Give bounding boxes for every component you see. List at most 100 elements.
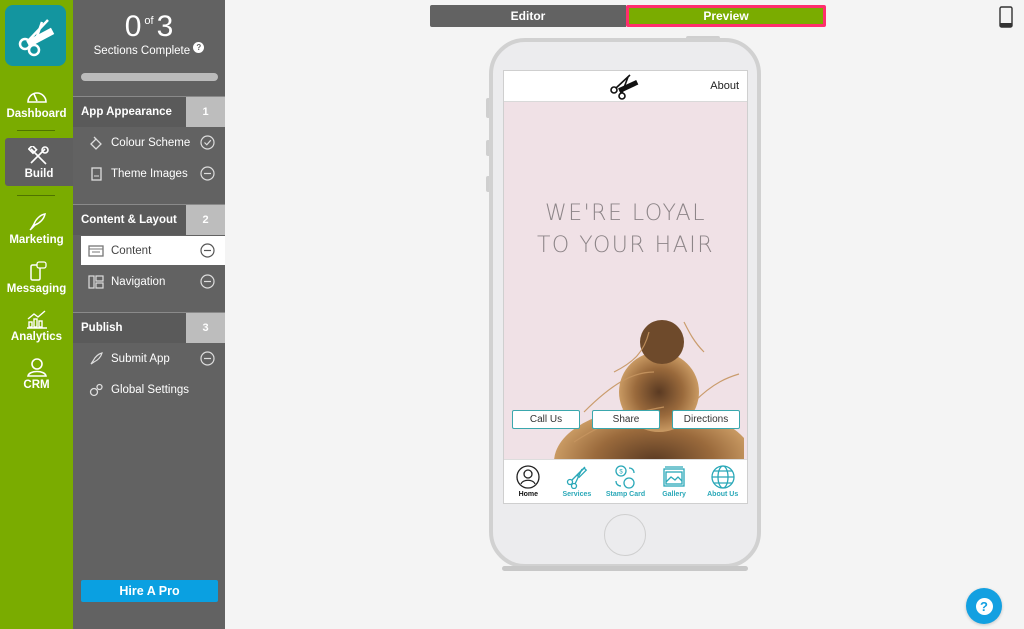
- item-navigation[interactable]: Navigation: [81, 267, 225, 296]
- nav-dashboard[interactable]: Dashboard: [0, 86, 73, 120]
- gears-icon: [89, 383, 103, 396]
- nav-label: Messaging: [6, 283, 67, 295]
- rocket-icon: [28, 213, 46, 231]
- tab-label: Stamp Card: [605, 491, 646, 498]
- share-button[interactable]: Share: [592, 410, 660, 429]
- build-panel: 0 of 3 Sections Complete ? App Appearance …: [73, 0, 225, 629]
- phone-shadow: [502, 566, 748, 571]
- tab-services[interactable]: Services: [553, 460, 602, 503]
- directions-button[interactable]: Directions: [672, 410, 740, 429]
- mobile-device-icon[interactable]: [999, 6, 1013, 28]
- person-icon: [26, 358, 47, 377]
- scissors-logo-icon: [610, 74, 639, 100]
- tab-label: Services: [562, 491, 592, 498]
- headline-line-1: WE'RE LOYAL: [544, 201, 706, 226]
- tab-home[interactable]: Home: [504, 460, 553, 503]
- main-nav: Dashboard Build Marketing Messaging Anal…: [0, 0, 73, 629]
- section-app-appearance[interactable]: App Appearance 1: [73, 96, 225, 127]
- item-label: Content: [111, 244, 152, 257]
- phone-chat-icon: [29, 261, 47, 281]
- hero-headline: WE'RE LOYAL TO YOUR HAIR: [504, 198, 747, 262]
- content-icon: [88, 244, 104, 257]
- stamp-card-icon: $: [615, 465, 636, 489]
- item-label: Colour Scheme: [111, 136, 191, 149]
- tab-stamp-card[interactable]: $ Stamp Card: [601, 460, 650, 503]
- total-count: 3: [156, 10, 174, 43]
- section-publish[interactable]: Publish 3: [73, 312, 225, 343]
- app-preview-screen: About WE'RE LOYAL TO YOUR HAIR Call Us S…: [503, 70, 748, 504]
- gallery-icon: [663, 466, 685, 487]
- section-title: Publish: [81, 322, 123, 334]
- phone-home-button[interactable]: [604, 514, 646, 556]
- hero-banner: WE'RE LOYAL TO YOUR HAIR Call Us Share D…: [504, 102, 747, 459]
- minus-circle-icon: [200, 166, 215, 181]
- hire-a-pro-button[interactable]: Hire A Pro: [81, 580, 218, 602]
- app-header: About: [504, 71, 747, 102]
- divider: [17, 195, 55, 196]
- nav-label: Dashboard: [6, 108, 67, 120]
- progress-label: Sections Complete: [93, 45, 191, 57]
- tools-icon: [28, 146, 49, 165]
- item-label: Theme Images: [111, 167, 188, 180]
- app-tab-bar: Home Services $ Stamp Card Gallery About…: [504, 459, 747, 503]
- nav-label: Build: [24, 168, 54, 180]
- nav-build[interactable]: Build: [5, 138, 73, 186]
- item-content[interactable]: Content: [81, 236, 225, 265]
- completed-count: 0: [124, 10, 142, 43]
- nav-label: Analytics: [10, 331, 63, 343]
- scissors-icon: [566, 466, 588, 489]
- item-colour-scheme[interactable]: Colour Scheme: [81, 128, 225, 157]
- globe-icon: [711, 465, 735, 489]
- help-icon[interactable]: ?: [193, 42, 205, 53]
- minus-circle-icon: [200, 274, 215, 289]
- chart-icon: [26, 310, 47, 329]
- section-number: 3: [186, 313, 225, 343]
- of-label: of: [144, 15, 154, 27]
- editor-tab[interactable]: Editor: [430, 5, 626, 27]
- layout-icon: [88, 274, 104, 289]
- nav-marketing[interactable]: Marketing: [0, 212, 73, 246]
- editor-preview-toggle: Editor Preview: [430, 5, 826, 27]
- preview-tab[interactable]: Preview: [626, 5, 826, 27]
- tab-label: Gallery: [662, 491, 686, 498]
- rocket-icon: [90, 351, 103, 364]
- minus-circle-icon: [200, 351, 215, 366]
- progress-summary: 0 of 3 Sections Complete ?: [73, 10, 225, 57]
- item-submit-app[interactable]: Submit App: [81, 344, 225, 373]
- progress-bar: [81, 73, 218, 81]
- section-title: App Appearance: [81, 106, 172, 118]
- tab-label: Home: [518, 491, 539, 498]
- section-number: 1: [186, 97, 225, 127]
- check-circle-icon: [200, 135, 215, 150]
- app-logo[interactable]: [5, 5, 66, 66]
- section-content-layout[interactable]: Content & Layout 2: [73, 204, 225, 235]
- item-label: Navigation: [111, 275, 166, 288]
- gauge-icon: [26, 92, 47, 103]
- nav-messaging[interactable]: Messaging: [0, 261, 73, 295]
- headline-line-2: TO YOUR HAIR: [536, 233, 715, 258]
- image-file-icon: [91, 166, 102, 181]
- section-title: Content & Layout: [81, 214, 177, 226]
- item-global-settings[interactable]: Global Settings: [81, 375, 225, 404]
- scissors-comb-logo-icon: [18, 18, 54, 56]
- nav-crm[interactable]: CRM: [0, 357, 73, 391]
- nav-label: CRM: [23, 379, 50, 391]
- divider: [17, 130, 55, 131]
- hair-bun-image: [554, 320, 744, 459]
- item-theme-images[interactable]: Theme Images: [81, 159, 225, 188]
- minus-circle-icon: [200, 243, 215, 258]
- tab-about-us[interactable]: About Us: [698, 460, 747, 503]
- user-circle-icon: [516, 465, 540, 489]
- nav-label: Marketing: [9, 234, 64, 246]
- svg-text:$: $: [620, 470, 624, 476]
- item-label: Submit App: [111, 352, 170, 365]
- nav-analytics[interactable]: Analytics: [0, 309, 73, 343]
- tab-gallery[interactable]: Gallery: [650, 460, 699, 503]
- call-us-button[interactable]: Call Us: [512, 410, 580, 429]
- header-about-link[interactable]: About: [710, 80, 739, 92]
- item-label: Global Settings: [111, 383, 189, 396]
- help-button[interactable]: ?: [966, 588, 1002, 624]
- paint-bucket-icon: [90, 136, 102, 150]
- tab-label: About Us: [707, 491, 739, 498]
- section-number: 2: [186, 205, 225, 235]
